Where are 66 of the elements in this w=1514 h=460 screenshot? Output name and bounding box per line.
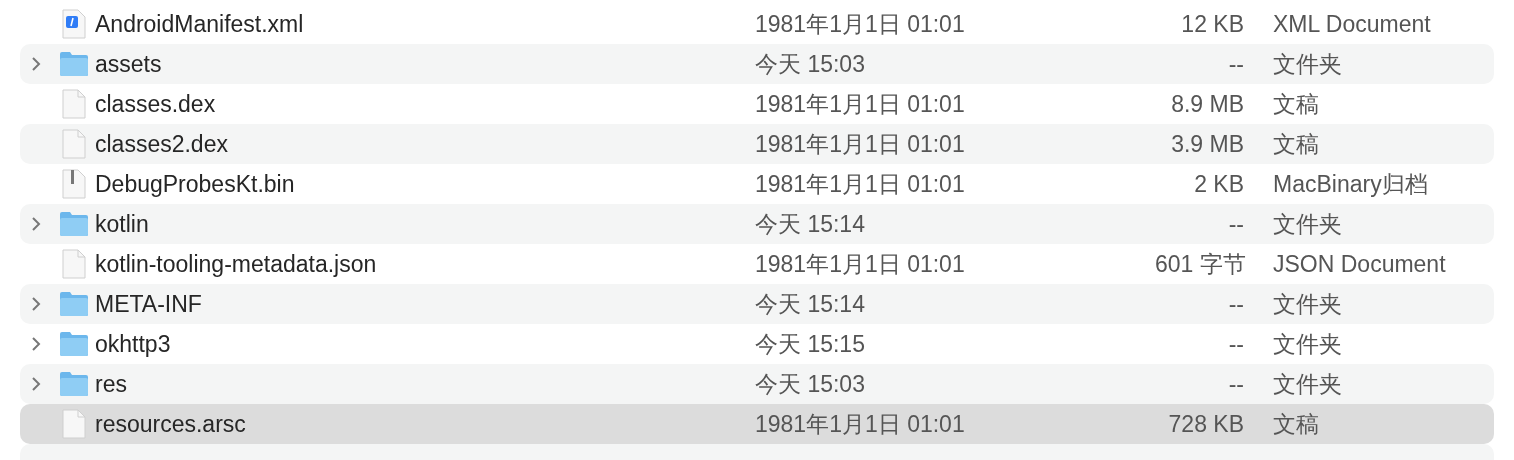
document-icon — [61, 409, 87, 439]
file-kind: 文件夹 — [1273, 329, 1342, 359]
folder-icon — [59, 211, 89, 237]
chevron-right-icon[interactable] — [31, 336, 41, 352]
file-size: 601 字节 — [1155, 249, 1244, 279]
file-kind: 文稿 — [1273, 129, 1319, 159]
file-size: 3.9 MB — [1170, 129, 1244, 159]
folder-icon — [59, 291, 89, 317]
modified-date: 1981年1月1日 01:01 — [755, 169, 966, 199]
file-name: DebugProbesKt.bin — [95, 169, 296, 199]
chevron-right-icon[interactable] — [31, 296, 41, 312]
modified-date: 今天 15:03 — [755, 49, 866, 79]
modified-date: 今天 15:15 — [755, 329, 866, 359]
file-row[interactable]: META-INF 今天 15:14 -- 文件夹 — [20, 284, 1494, 324]
file-kind: 文稿 — [1273, 89, 1319, 119]
file-size: -- — [1227, 329, 1244, 359]
file-kind: XML Document — [1273, 9, 1431, 39]
modified-date: 1981年1月1日 01:01 — [755, 129, 966, 159]
modified-date: 今天 15:14 — [755, 209, 866, 239]
file-size: -- — [1227, 369, 1244, 399]
folder-icon — [59, 371, 89, 397]
document-icon — [61, 129, 87, 159]
file-name: AndroidManifest.xml — [95, 9, 305, 39]
file-kind: 文稿 — [1273, 409, 1319, 439]
file-kind: MacBinary归档 — [1273, 169, 1428, 199]
file-size: 8.9 MB — [1170, 89, 1244, 119]
modified-date: 1981年1月1日 01:01 — [755, 249, 966, 279]
chevron-right-icon[interactable] — [31, 376, 41, 392]
file-row[interactable]: resources.arsc 1981年1月1日 01:01 728 KB 文稿 — [20, 404, 1494, 444]
binary-file-icon — [61, 169, 87, 199]
file-size: 728 KB — [1167, 409, 1244, 439]
file-size: -- — [1227, 49, 1244, 79]
file-name: kotlin-tooling-metadata.json — [95, 249, 378, 279]
file-kind: 文件夹 — [1273, 369, 1342, 399]
file-kind: 文件夹 — [1273, 209, 1342, 239]
file-name: resources.arsc — [95, 409, 247, 439]
file-size: -- — [1227, 209, 1244, 239]
modified-date: 今天 15:14 — [755, 289, 866, 319]
file-row[interactable]: res 今天 15:03 -- 文件夹 — [20, 364, 1494, 404]
file-name: classes2.dex — [95, 129, 229, 159]
modified-date: 今天 15:03 — [755, 369, 866, 399]
file-name: kotlin — [95, 209, 150, 239]
file-name: classes.dex — [95, 89, 217, 119]
chevron-right-icon[interactable] — [31, 216, 41, 232]
file-row[interactable]: classes2.dex 1981年1月1日 01:01 3.9 MB 文稿 — [20, 124, 1494, 164]
folder-icon — [59, 51, 89, 77]
file-name: assets — [95, 49, 163, 79]
document-icon — [61, 249, 87, 279]
modified-date: 1981年1月1日 01:01 — [755, 409, 966, 439]
folder-icon — [59, 331, 89, 357]
file-kind: 文件夹 — [1273, 49, 1342, 79]
chevron-right-icon[interactable] — [31, 56, 41, 72]
file-name: META-INF — [95, 289, 203, 319]
modified-date: 1981年1月1日 01:01 — [755, 89, 966, 119]
file-row[interactable]: kotlin 今天 15:14 -- 文件夹 — [20, 204, 1494, 244]
file-size: -- — [1227, 289, 1244, 319]
xml-file-icon — [61, 9, 87, 39]
file-size: 12 KB — [1180, 9, 1244, 39]
file-name: okhttp3 — [95, 329, 172, 359]
file-row[interactable]: assets 今天 15:03 -- 文件夹 — [20, 44, 1494, 84]
file-name: res — [95, 369, 128, 399]
file-kind: 文件夹 — [1273, 289, 1342, 319]
file-size: 2 KB — [1193, 169, 1244, 199]
modified-date: 1981年1月1日 01:01 — [755, 9, 966, 39]
file-kind: JSON Document — [1273, 249, 1446, 279]
document-icon — [61, 89, 87, 119]
